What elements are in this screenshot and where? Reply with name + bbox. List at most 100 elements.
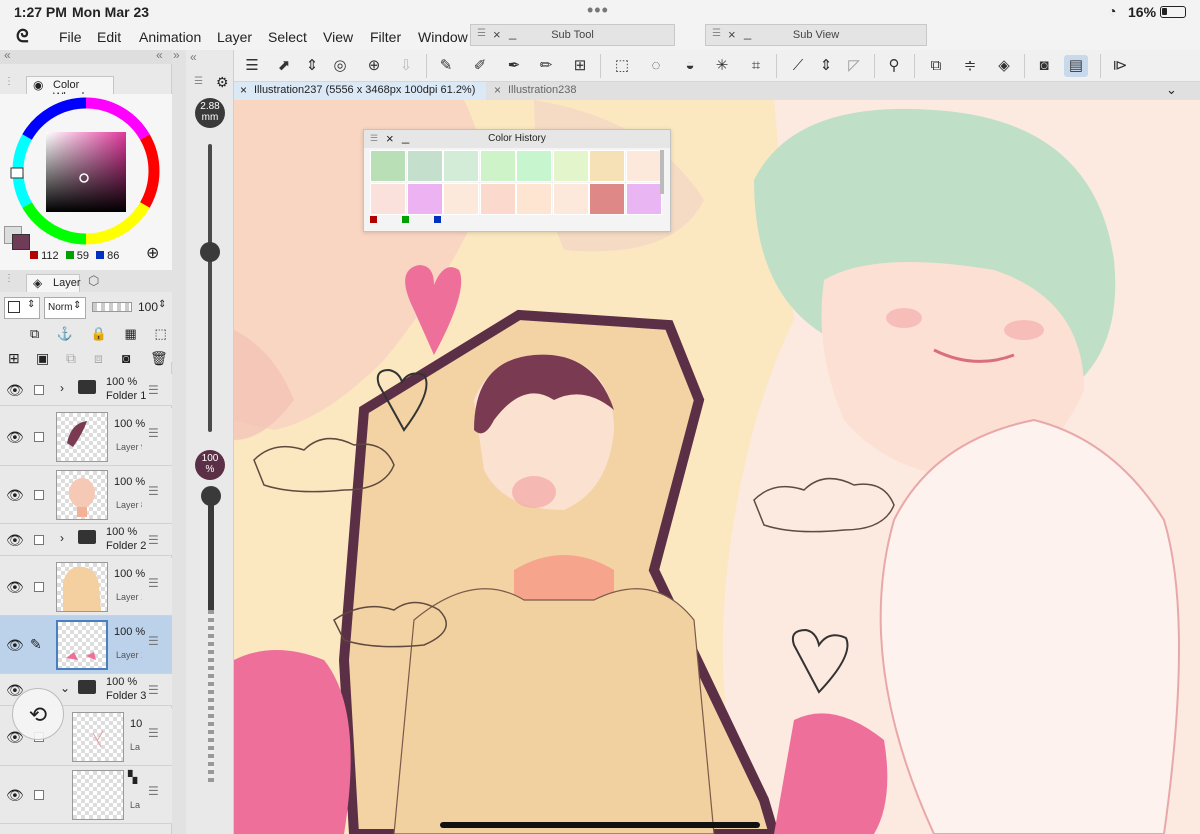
layer-property-tab-icon[interactable]: ⬡: [88, 273, 99, 289]
home-indicator[interactable]: [440, 822, 760, 828]
grip-icon[interactable]: ⋮: [4, 273, 14, 284]
color-swatch[interactable]: [625, 183, 662, 215]
lock-transparency-icon[interactable]: ▦: [125, 326, 137, 341]
menu-view[interactable]: View: [323, 29, 353, 45]
menu-icon[interactable]: ☰: [148, 726, 159, 740]
stepper-icon[interactable]: ⇕: [300, 55, 324, 77]
menu-filter[interactable]: Filter: [370, 29, 401, 45]
menu-file[interactable]: File: [59, 29, 82, 45]
subview-palette-bar[interactable]: ☰ × _ Sub View: [705, 24, 927, 46]
stepper-icon[interactable]: ⇕: [158, 299, 166, 310]
app-logo-icon[interactable]: ᘓ: [16, 26, 29, 47]
layer-checkbox[interactable]: [34, 535, 44, 545]
reference-layer-icon[interactable]: ◎: [328, 55, 352, 77]
stepper-icon[interactable]: ⇕: [27, 299, 35, 310]
clip-icon[interactable]: ⧉: [30, 326, 39, 341]
color-swatch[interactable]: [479, 150, 516, 182]
mask-toggle-icon[interactable]: ⬚: [154, 326, 166, 341]
menu-animation[interactable]: Animation: [139, 29, 201, 45]
pencil-tool-icon[interactable]: ✎: [434, 55, 458, 77]
new-layer-icon[interactable]: ⊞: [8, 350, 20, 367]
lasso-icon[interactable]: ◌: [644, 55, 668, 77]
layer-checkbox[interactable]: [34, 432, 44, 442]
color-swatch[interactable]: [589, 150, 625, 182]
close-tab-icon[interactable]: ×: [240, 83, 247, 97]
magic-wand-icon[interactable]: ✳: [710, 55, 734, 77]
color-swatch[interactable]: [443, 183, 479, 215]
layer-row[interactable]: 👁 ▚ La ☰: [0, 766, 172, 824]
tab-layer[interactable]: ◈ Layer: [26, 274, 81, 292]
menu-select[interactable]: Select: [268, 29, 307, 45]
menu-icon[interactable]: ☰: [240, 55, 264, 77]
menu-icon[interactable]: ☰: [148, 383, 159, 397]
eye-icon[interactable]: 👁: [6, 637, 24, 654]
folder-row[interactable]: 👁 › 100 % Folder 1 ☰: [0, 374, 172, 406]
menu-icon[interactable]: ☰: [148, 683, 159, 697]
brush-size-slider[interactable]: [208, 144, 212, 432]
hue-handle[interactable]: [10, 167, 24, 179]
dock-collapse-bar[interactable]: « «: [0, 48, 172, 64]
transform-icon[interactable]: ⬈: [272, 55, 296, 77]
layer-checkbox[interactable]: [34, 582, 44, 592]
layer-row-selected[interactable]: 👁 ✎ 100 % Layer 1 ☰: [0, 616, 172, 674]
menu-layer[interactable]: Layer: [217, 29, 252, 45]
flip-horizontal-icon[interactable]: ⧐: [1108, 55, 1132, 77]
stepper-icon[interactable]: ⇕: [73, 300, 81, 311]
color-swatch[interactable]: [479, 183, 516, 215]
scrollbar[interactable]: [660, 150, 664, 194]
eye-icon[interactable]: 👁: [6, 532, 24, 549]
layer-row[interactable]: 👁 100 % Layer 9 ☰: [0, 408, 172, 466]
save-icon[interactable]: ⇩: [394, 55, 418, 77]
eyedropper-icon[interactable]: ⚲: [882, 55, 906, 77]
delete-layer-icon[interactable]: 🗑: [150, 350, 168, 367]
grip-icon[interactable]: ☰: [194, 76, 203, 87]
menu-icon[interactable]: ☰: [148, 426, 159, 440]
crop-icon[interactable]: ⌗: [744, 55, 768, 77]
fill-icon[interactable]: ◒: [678, 55, 702, 77]
lock-icon[interactable]: 🔒: [91, 326, 107, 341]
new-folder-icon[interactable]: ▣: [36, 350, 49, 367]
brush-size-handle[interactable]: [200, 242, 220, 262]
eye-icon[interactable]: 👁: [6, 382, 24, 399]
marker-tool-icon[interactable]: ✏: [534, 55, 558, 77]
menu-icon[interactable]: ☰: [148, 533, 159, 547]
collapse-icon[interactable]: »: [173, 48, 180, 62]
color-mode-icon[interactable]: ⊕: [146, 243, 159, 263]
pen-tool-icon[interactable]: ✒: [502, 55, 526, 77]
color-swatch[interactable]: [370, 150, 406, 182]
triangle-ruler-icon[interactable]: ◸: [842, 55, 866, 77]
layer-checkbox[interactable]: [34, 490, 44, 500]
brush-opacity-handle[interactable]: [201, 486, 221, 506]
eye-icon[interactable]: 👁: [6, 579, 24, 596]
chevron-down-icon[interactable]: ⌄: [60, 681, 70, 695]
menu-window[interactable]: Window: [418, 29, 468, 45]
color-swatch[interactable]: [406, 150, 443, 182]
chevron-down-icon[interactable]: ⌄: [1166, 82, 1177, 98]
brush-settings-icon[interactable]: ⚙: [216, 74, 229, 91]
reference-icon[interactable]: ⚓: [57, 326, 73, 341]
color-swatch[interactable]: [625, 150, 662, 182]
color-swatch[interactable]: [552, 183, 589, 215]
opacity-slider[interactable]: [92, 302, 132, 312]
color-swatch[interactable]: [589, 183, 625, 215]
collapse-left-icon[interactable]: «: [4, 48, 11, 62]
menu-icon[interactable]: ☰: [148, 634, 159, 648]
close-tab-icon[interactable]: ×: [494, 83, 501, 97]
layer-row[interactable]: 👁 100 % Layer 1 ☰: [0, 558, 172, 616]
color-swatch[interactable]: [516, 150, 552, 182]
color-swatch[interactable]: [516, 183, 552, 215]
adjust-icon[interactable]: ≑: [958, 55, 982, 77]
chevron-right-icon[interactable]: ›: [60, 381, 64, 395]
menu-edit[interactable]: Edit: [97, 29, 121, 45]
grid-icon[interactable]: ⊞: [568, 55, 592, 77]
menu-icon[interactable]: ☰: [148, 576, 159, 590]
layer-mask-icon[interactable]: ◙: [122, 350, 130, 366]
multitask-dots-icon[interactable]: •••: [587, 0, 609, 21]
merge-layer-icon[interactable]: ⧈: [94, 350, 103, 367]
layer-row[interactable]: 👁 100 % Layer 8 ☰: [0, 466, 172, 524]
layer-checkbox[interactable]: [34, 385, 44, 395]
rotate-canvas-button[interactable]: ⟲: [12, 688, 64, 740]
color-swatch[interactable]: [552, 150, 589, 182]
tab-illustration237[interactable]: × Illustration237 (5556 x 3468px 100dpi …: [234, 82, 486, 100]
collapse-icon[interactable]: «: [190, 50, 197, 64]
